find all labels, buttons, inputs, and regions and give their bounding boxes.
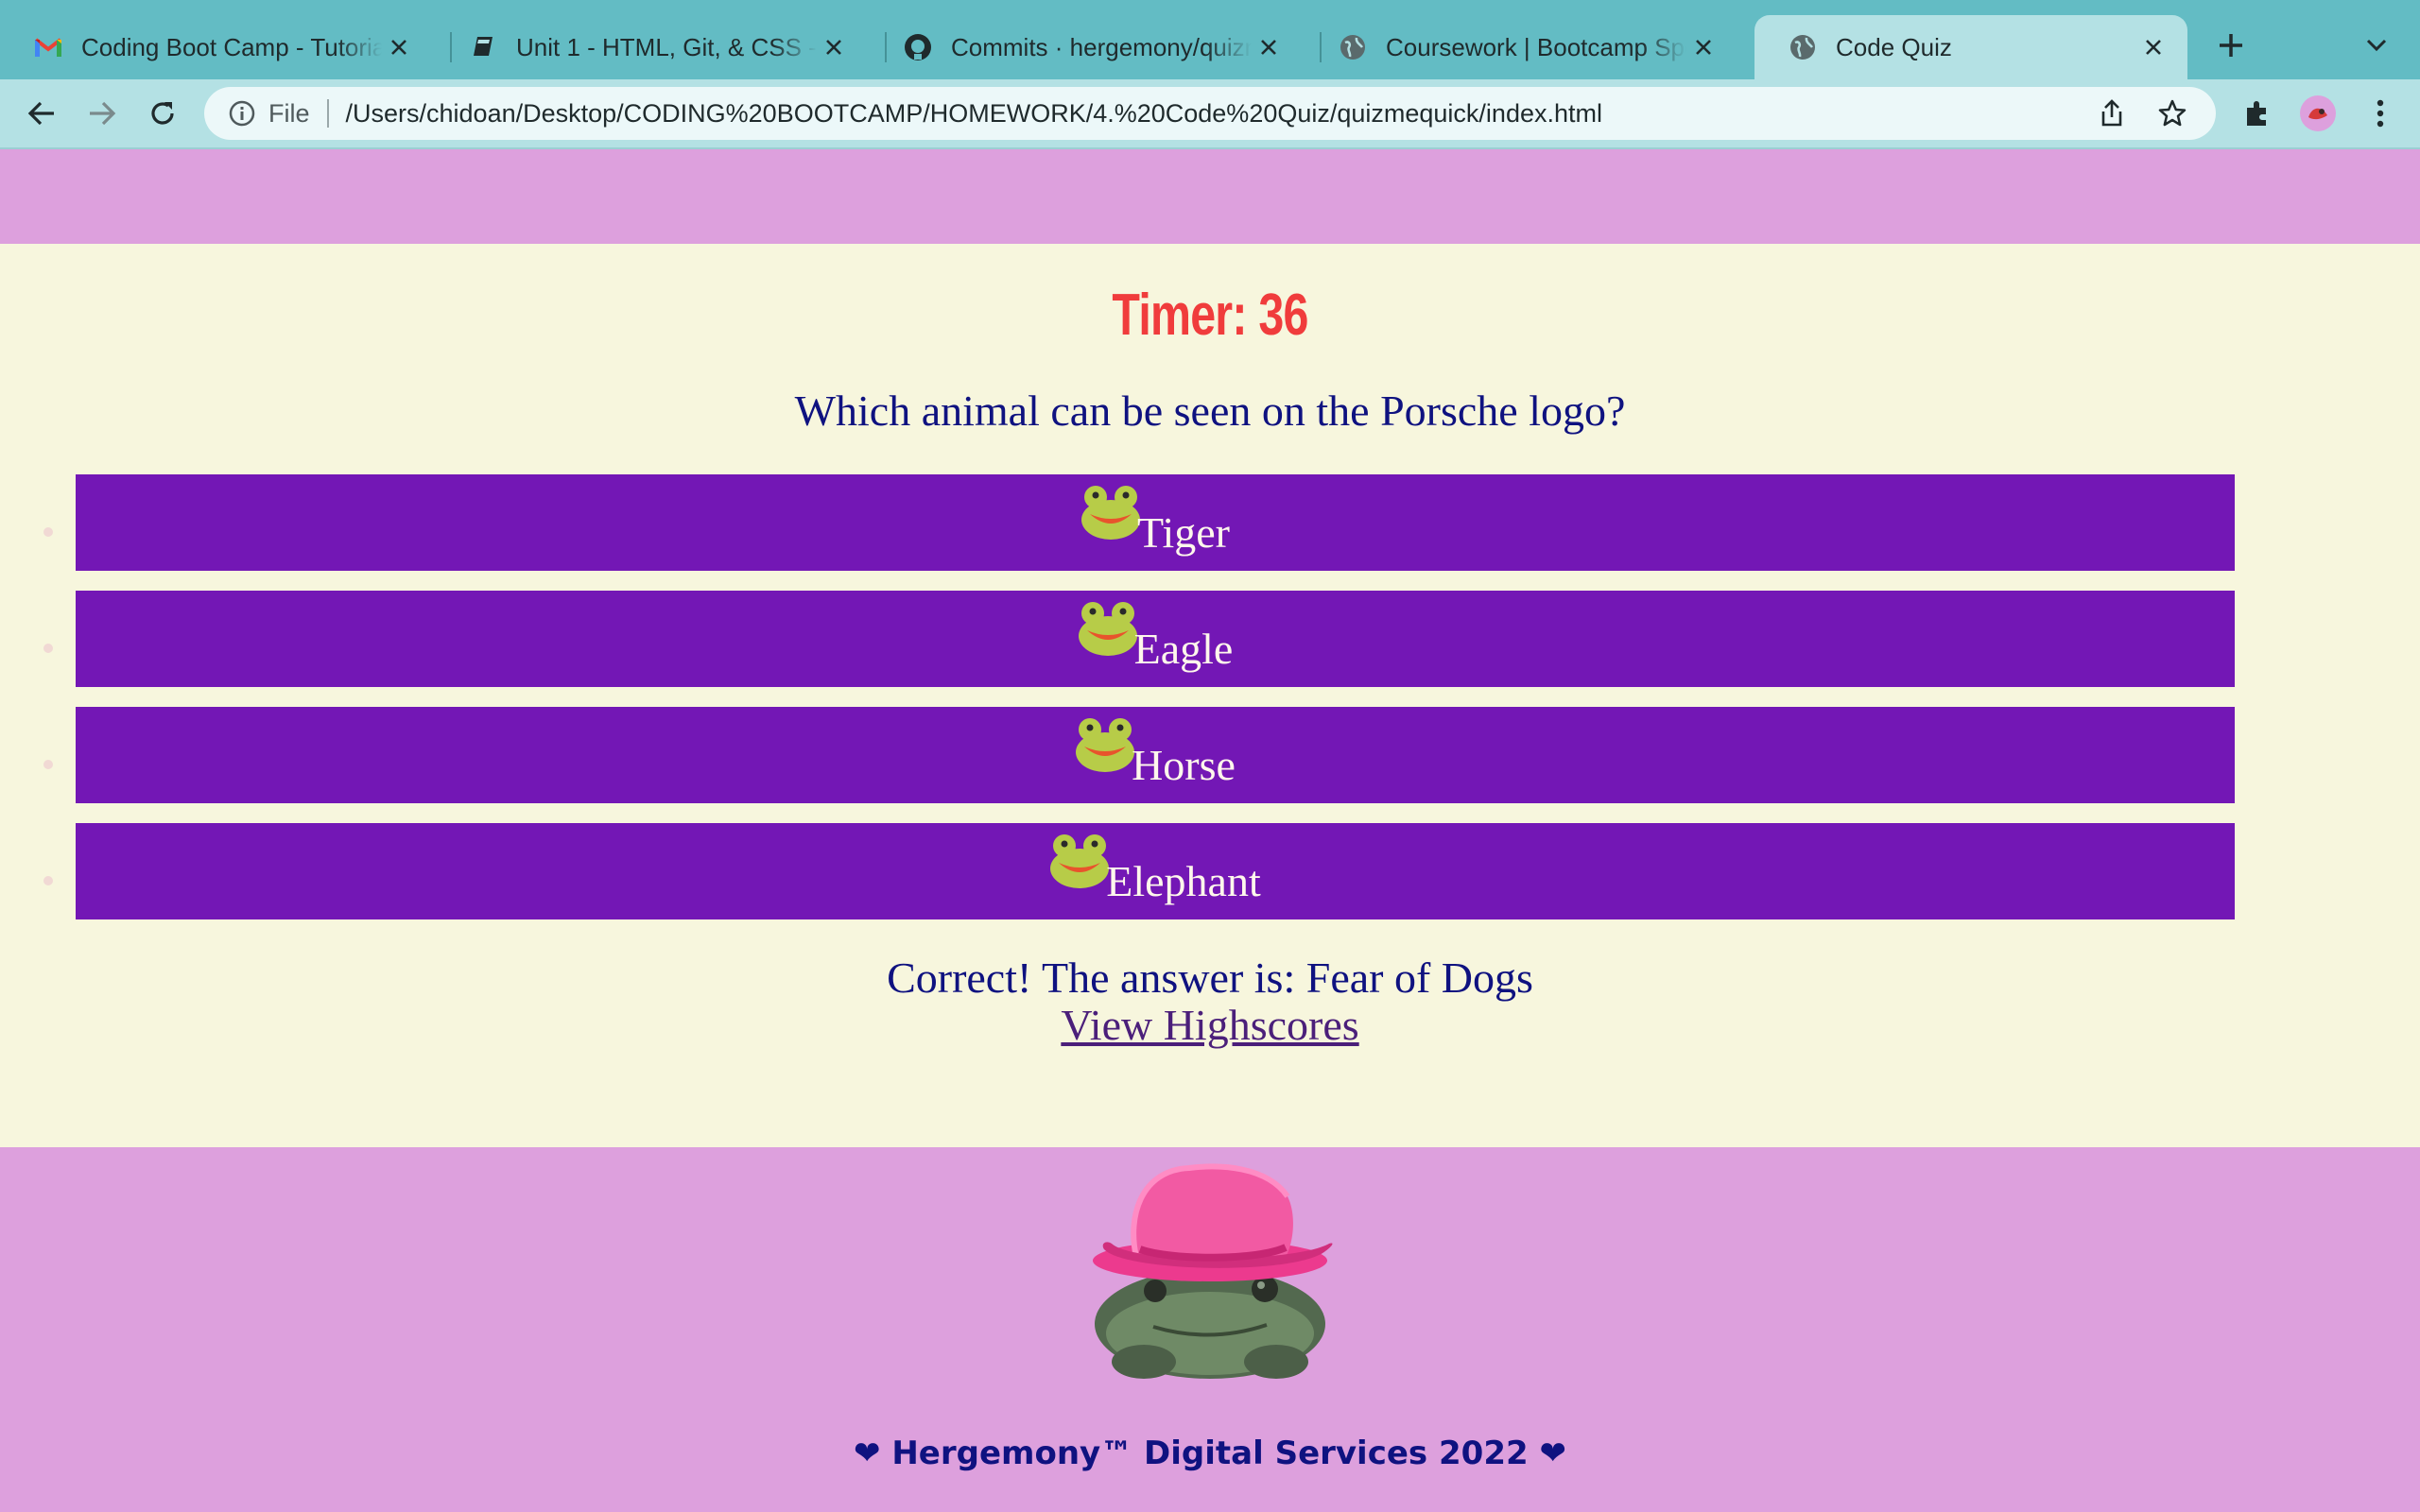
answer-button-1[interactable]: Tiger bbox=[76, 474, 2235, 571]
profile-avatar[interactable] bbox=[2297, 93, 2339, 134]
question-text: Which animal can be seen on the Porsche … bbox=[794, 387, 1626, 435]
browser-tab-active[interactable]: Code Quiz bbox=[1754, 15, 2187, 79]
quiz-main: Timer: 36 Which animal can be seen on th… bbox=[0, 244, 2420, 1147]
close-icon[interactable] bbox=[1252, 30, 1286, 64]
tab-title: Unit 1 - HTML, Git, & CSS - Fu bbox=[516, 32, 817, 61]
browser-tab[interactable]: Coding Boot Camp - Tutorial bbox=[0, 15, 433, 79]
book-icon bbox=[469, 33, 497, 61]
browser-tab-strip: Coding Boot Camp - Tutorial Unit 1 - HTM… bbox=[0, 0, 2420, 79]
answer-label: Eagle bbox=[1133, 625, 1234, 673]
forward-button[interactable] bbox=[81, 93, 123, 134]
browser-tab[interactable]: Unit 1 - HTML, Git, & CSS - Fu bbox=[435, 15, 868, 79]
footer-copyright: ❤ Hergemony™ Digital Services 2022 ❤ bbox=[854, 1435, 1566, 1472]
list-bullet bbox=[43, 527, 53, 537]
globe-icon bbox=[1339, 33, 1367, 61]
answer-list-item: Horse bbox=[43, 707, 2235, 803]
tab-title: Coding Boot Camp - Tutorial bbox=[81, 32, 382, 61]
highscores-container: View Highscores bbox=[0, 1000, 2420, 1050]
address-url[interactable]: /Users/chidoan/Desktop/CODING%20BOOTCAMP… bbox=[346, 99, 1602, 129]
github-icon bbox=[904, 33, 932, 61]
cowboy-frog-mascot bbox=[1093, 1163, 1333, 1379]
answer-label: Tiger bbox=[1137, 508, 1230, 557]
tab-title: Commits · hergemony/quizmequick bbox=[951, 32, 1252, 61]
answer-list-item: Tiger bbox=[43, 474, 2235, 571]
reload-button[interactable] bbox=[142, 93, 183, 134]
answer-button-2[interactable]: Eagle bbox=[76, 591, 2235, 687]
extensions-icon[interactable] bbox=[2237, 93, 2278, 134]
frog-icon bbox=[1076, 718, 1135, 772]
globe-icon bbox=[1789, 33, 1817, 61]
bookmark-star-icon[interactable] bbox=[2153, 94, 2191, 132]
tab-title: Code Quiz bbox=[1836, 32, 1952, 61]
timer: Timer: 36 bbox=[1112, 283, 1308, 348]
frog-icon bbox=[1078, 602, 1137, 656]
browser-tab[interactable]: Commits · hergemony/quizmequick bbox=[870, 15, 1303, 79]
close-icon[interactable] bbox=[1686, 30, 1720, 64]
close-icon[interactable] bbox=[382, 30, 416, 64]
tab-search-button[interactable] bbox=[2358, 26, 2395, 64]
answer-label: Horse bbox=[1132, 741, 1236, 789]
gmail-icon bbox=[34, 33, 62, 61]
browser-tab[interactable]: Coursework | Bootcamp Spot bbox=[1305, 15, 1737, 79]
list-bullet bbox=[43, 760, 53, 769]
list-bullet bbox=[43, 644, 53, 653]
back-button[interactable] bbox=[21, 93, 62, 134]
new-tab-button[interactable] bbox=[2212, 26, 2250, 64]
answer-list-item: Elephant bbox=[43, 823, 2235, 919]
answer-list-item: Eagle bbox=[43, 591, 2235, 687]
browser-toolbar: File /Users/chidoan/Desktop/CODING%20BOO… bbox=[0, 79, 2420, 149]
address-scheme: File bbox=[268, 98, 310, 128]
list-bullet bbox=[43, 876, 53, 885]
page-footer: ❤ Hergemony™ Digital Services 2022 ❤ bbox=[0, 1147, 2420, 1512]
answer-feedback: Correct! The answer is: Fear of Dogs bbox=[887, 954, 1533, 1002]
menu-kebab-icon[interactable] bbox=[2360, 93, 2401, 134]
answer-label: Elephant bbox=[1106, 857, 1261, 905]
view-highscores-link[interactable]: View Highscores bbox=[1061, 1001, 1358, 1049]
share-icon[interactable] bbox=[2093, 94, 2131, 132]
answer-button-3[interactable]: Horse bbox=[76, 707, 2235, 803]
frog-icon bbox=[1050, 834, 1110, 888]
address-bar[interactable]: File /Users/chidoan/Desktop/CODING%20BOO… bbox=[204, 87, 2216, 140]
info-icon[interactable] bbox=[225, 96, 259, 130]
address-divider bbox=[326, 99, 329, 128]
frog-icon bbox=[1081, 486, 1140, 540]
tab-title: Coursework | Bootcamp Spot bbox=[1386, 32, 1686, 61]
answer-button-4[interactable]: Elephant bbox=[76, 823, 2235, 919]
close-icon[interactable] bbox=[817, 30, 851, 64]
answer-list: Tiger Eagle Horse Elephant bbox=[43, 474, 2235, 939]
close-icon[interactable] bbox=[2136, 30, 2170, 64]
page-header-band bbox=[0, 149, 2420, 244]
